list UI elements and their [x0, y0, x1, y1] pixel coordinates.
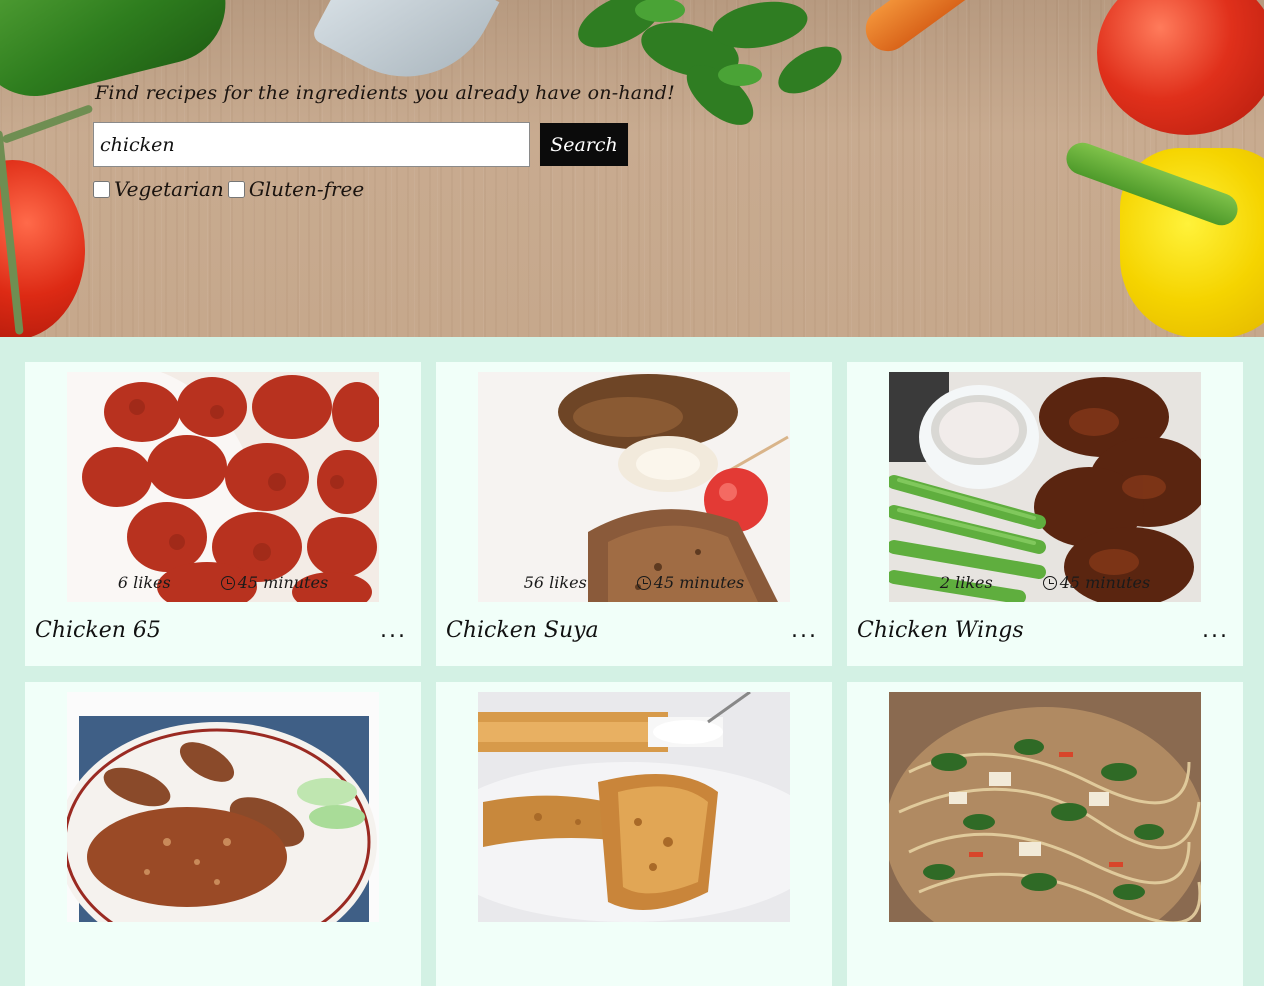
recipe-card[interactable]: [25, 682, 421, 986]
recipe-image[interactable]: 56 likes 45 minutes: [478, 372, 790, 602]
filter-label: Vegetarian: [114, 177, 224, 201]
likes-count: 56 likes: [523, 573, 587, 592]
vine-decoration: [1, 103, 94, 145]
filter-label: Gluten-free: [248, 177, 365, 201]
recipe-image[interactable]: [889, 692, 1201, 922]
noodle-salad-photo: [889, 692, 1201, 922]
search-input[interactable]: [93, 122, 530, 167]
search-row: Search: [93, 122, 675, 167]
recipe-meta: 2 likes 45 minutes: [889, 573, 1201, 592]
cook-time-label: 45 minutes: [653, 573, 745, 592]
chicken-suya-photo: [478, 372, 790, 602]
fried-chicken-photo: [67, 372, 379, 602]
clock-icon: [636, 575, 651, 590]
recipe-card[interactable]: 6 likes 45 minutes Chicken 65 ...: [25, 362, 421, 666]
clock-icon: [220, 575, 235, 590]
recipe-meta: 56 likes 45 minutes: [478, 573, 790, 592]
recipe-title[interactable]: Chicken Suya: [446, 618, 599, 643]
diet-filters: Vegetarian Gluten-free: [93, 177, 675, 201]
recipe-card[interactable]: [436, 682, 832, 986]
tomato-decoration: [1097, 0, 1264, 135]
vegetarian-checkbox[interactable]: [93, 180, 110, 198]
recipe-title[interactable]: Chicken 65: [35, 618, 161, 643]
cook-time-label: 45 minutes: [237, 573, 329, 592]
carrot-decoration: [857, 0, 1037, 60]
cook-time: 45 minutes: [1042, 573, 1151, 592]
cook-time: 45 minutes: [220, 573, 329, 592]
recipe-grid: 6 likes 45 minutes Chicken 65 ... 56 lik…: [25, 362, 1243, 986]
satay-skewers-photo: [67, 692, 379, 922]
recipe-image[interactable]: 6 likes 45 minutes: [67, 372, 379, 602]
more-options-button[interactable]: ...: [380, 618, 407, 643]
gluten-free-checkbox[interactable]: [227, 180, 245, 198]
recipe-card[interactable]: 56 likes 45 minutes Chicken Suya ...: [436, 362, 832, 666]
search-button[interactable]: Search: [540, 123, 628, 166]
more-options-button[interactable]: ...: [1202, 618, 1229, 643]
more-options-button[interactable]: ...: [791, 618, 818, 643]
filter-vegetarian[interactable]: Vegetarian: [93, 177, 224, 201]
search-area: Find recipes for the ingredients you alr…: [93, 82, 675, 201]
recipe-meta: 6 likes 45 minutes: [67, 573, 379, 592]
recipe-image[interactable]: [478, 692, 790, 922]
cook-time-label: 45 minutes: [1059, 573, 1151, 592]
likes-count: 6 likes: [117, 573, 171, 592]
recipe-title[interactable]: Chicken Wings: [857, 618, 1024, 643]
recipe-card[interactable]: 2 likes 45 minutes Chicken Wings ...: [847, 362, 1243, 666]
clock-icon: [1042, 575, 1057, 590]
cook-time: 45 minutes: [636, 573, 745, 592]
likes-count: 2 likes: [939, 573, 993, 592]
recipe-image[interactable]: [67, 692, 379, 922]
hero-banner: Find recipes for the ingredients you alr…: [0, 0, 1264, 337]
tagline: Find recipes for the ingredients you alr…: [95, 82, 675, 104]
chicken-wings-photo: [889, 372, 1201, 602]
recipe-image[interactable]: 2 likes 45 minutes: [889, 372, 1201, 602]
recipe-card[interactable]: [847, 682, 1243, 986]
filter-gluten-free[interactable]: Gluten-free: [227, 177, 365, 201]
crispy-tenders-photo: [478, 692, 790, 922]
